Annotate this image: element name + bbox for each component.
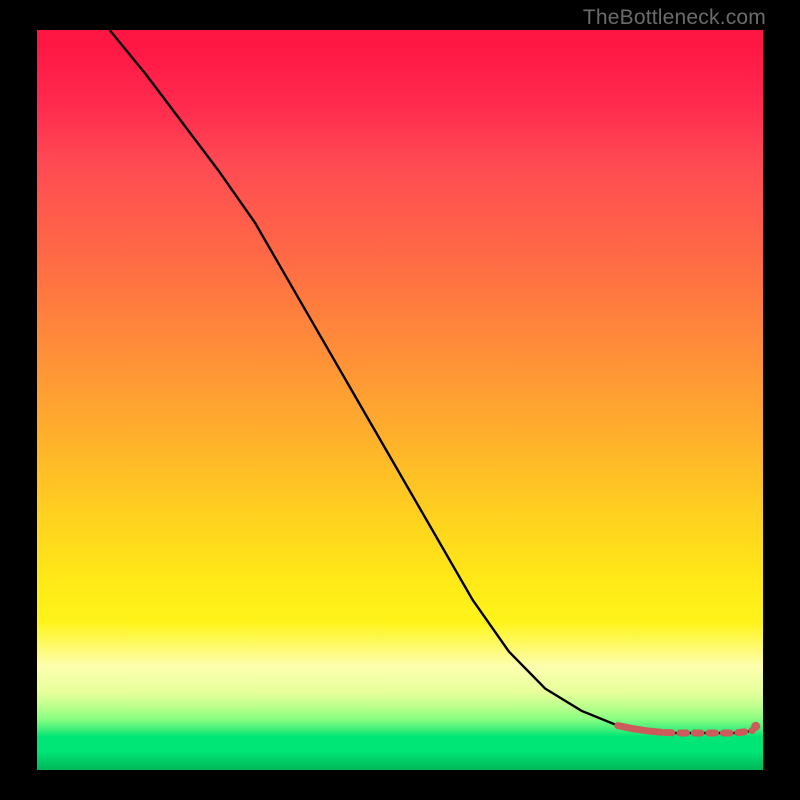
flat-end-dot: [751, 722, 760, 731]
chart-frame: TheBottleneck.com: [0, 0, 800, 800]
watermark-text: TheBottleneck.com: [583, 6, 766, 30]
chart-overlay: [37, 30, 763, 770]
flat-solid-segment: [618, 726, 662, 733]
flat-region-markers: [618, 722, 760, 733]
curve-line: [110, 30, 756, 733]
flat-dash: [738, 732, 745, 733]
